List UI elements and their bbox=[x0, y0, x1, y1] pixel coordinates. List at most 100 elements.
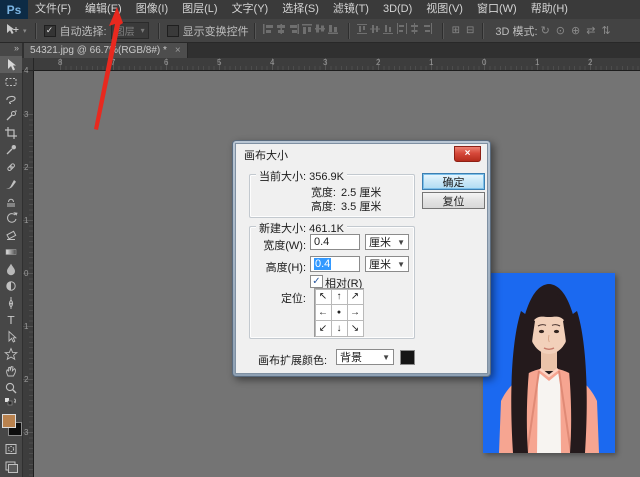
anchor-top-right[interactable]: ↗ bbox=[347, 289, 364, 306]
align-icons[interactable] bbox=[263, 23, 341, 38]
menu-select[interactable]: 选择(S) bbox=[275, 0, 326, 19]
menu-window[interactable]: 窗口(W) bbox=[470, 0, 524, 19]
hruler-label: 1 bbox=[429, 58, 433, 67]
preset-dropdown-arrow-icon[interactable]: ▾ bbox=[23, 27, 27, 35]
type-tool[interactable]: T bbox=[0, 311, 22, 328]
anchor-grid: ↖ ↑ ↗ ← ● → ↙ ↓ ↘ bbox=[314, 288, 364, 337]
anchor-top-left[interactable]: ↖ bbox=[315, 289, 332, 306]
vruler-label: 1 bbox=[24, 322, 28, 331]
anchor-center[interactable]: ● bbox=[331, 304, 348, 321]
3d-scale-icon[interactable]: ⇅ bbox=[601, 24, 610, 37]
anchor-top[interactable]: ↑ bbox=[331, 289, 348, 306]
dialog-close-button[interactable]: × bbox=[454, 146, 481, 162]
new-height-label: 高度(H): bbox=[254, 259, 306, 275]
tab-close-icon[interactable]: × bbox=[175, 45, 181, 56]
hruler-label: 3 bbox=[323, 58, 327, 67]
anchor-left[interactable]: ← bbox=[315, 304, 332, 321]
photoshop-logo: Ps bbox=[0, 0, 28, 19]
menu-edit[interactable]: 编辑(E) bbox=[78, 0, 129, 19]
3d-rotate-icon[interactable]: ↻ bbox=[541, 24, 550, 37]
eyedropper-tool[interactable] bbox=[0, 141, 22, 158]
auto-select-target-dropdown[interactable]: 图层▾ bbox=[111, 22, 149, 39]
separator bbox=[158, 23, 160, 39]
3d-roll-icon[interactable]: ⊙ bbox=[556, 24, 565, 37]
blur-tool[interactable] bbox=[0, 260, 22, 277]
new-height-input[interactable]: 0.4 bbox=[310, 256, 360, 272]
dialog-title: 画布大小 bbox=[244, 147, 288, 163]
tools-collapse-icon[interactable]: » bbox=[0, 42, 22, 56]
eraser-tool[interactable] bbox=[0, 226, 22, 243]
menu-help[interactable]: 帮助(H) bbox=[524, 0, 575, 19]
menu-layer[interactable]: 图层(L) bbox=[175, 0, 224, 19]
dropdown-arrow-icon: ▼ bbox=[397, 238, 405, 247]
relative-checkbox[interactable]: ✓ bbox=[310, 275, 323, 288]
anchor-bottom-left[interactable]: ↙ bbox=[315, 320, 332, 337]
3d-drag-icon[interactable]: ⊕ bbox=[571, 24, 580, 37]
dropdown-arrow-icon: ▾ bbox=[141, 26, 145, 35]
menu-view[interactable]: 视图(V) bbox=[419, 0, 470, 19]
tools-panel: » T bbox=[0, 42, 23, 477]
anchor-bottom[interactable]: ↓ bbox=[331, 320, 348, 337]
mode-3d-label: 3D 模式: bbox=[495, 23, 537, 39]
anchor-right[interactable]: → bbox=[347, 304, 364, 321]
new-width-label: 宽度(W): bbox=[254, 237, 306, 253]
rectangular-marquee-tool[interactable] bbox=[0, 73, 22, 90]
swap-colors-icon[interactable] bbox=[0, 396, 22, 408]
document-canvas-id-photo[interactable] bbox=[483, 273, 615, 453]
menu-type[interactable]: 文字(Y) bbox=[225, 0, 276, 19]
menu-filter[interactable]: 滤镜(T) bbox=[326, 0, 376, 19]
hruler-label: 4 bbox=[270, 58, 274, 67]
extension-color-swatch[interactable] bbox=[400, 350, 415, 365]
zoom-tool[interactable] bbox=[0, 379, 22, 396]
menu-3d[interactable]: 3D(D) bbox=[376, 0, 419, 19]
auto-align-icon[interactable]: ⊞ bbox=[452, 25, 460, 36]
dodge-tool[interactable] bbox=[0, 277, 22, 294]
crop-tool[interactable] bbox=[0, 124, 22, 141]
foreground-color-swatch[interactable] bbox=[2, 414, 16, 428]
new-width-unit-dropdown[interactable]: 厘米▼ bbox=[365, 234, 409, 250]
hand-tool[interactable] bbox=[0, 362, 22, 379]
color-swatches bbox=[0, 410, 22, 440]
brush-tool[interactable] bbox=[0, 175, 22, 192]
pen-tool[interactable] bbox=[0, 294, 22, 311]
gradient-tool[interactable] bbox=[0, 243, 22, 260]
ok-button[interactable]: 确定 bbox=[422, 173, 485, 190]
distribute-icons[interactable] bbox=[357, 23, 435, 38]
separator bbox=[442, 23, 444, 39]
auto-blend-icon[interactable]: ⊟ bbox=[466, 25, 474, 36]
horizontal-ruler[interactable] bbox=[33, 58, 640, 71]
hruler-label: 8 bbox=[58, 58, 62, 67]
lasso-tool[interactable] bbox=[0, 90, 22, 107]
canvas-extension-dropdown[interactable]: 背景▼ bbox=[336, 349, 394, 365]
new-width-input[interactable]: 0.4 bbox=[310, 234, 360, 250]
spot-healing-brush-tool[interactable] bbox=[0, 158, 22, 175]
distribute-bottom-icon bbox=[383, 25, 393, 34]
reset-button[interactable]: 复位 bbox=[422, 192, 485, 209]
align-left-icon bbox=[263, 24, 273, 34]
align-right-icon bbox=[290, 24, 299, 34]
new-height-unit-dropdown[interactable]: 厘米▼ bbox=[365, 256, 409, 272]
align-top-icon bbox=[302, 24, 312, 34]
custom-shape-tool[interactable] bbox=[0, 345, 22, 362]
distribute-center-h-icon bbox=[411, 23, 418, 34]
auto-select-checkbox[interactable]: ✓ bbox=[44, 25, 56, 37]
document-tab[interactable]: 54321.jpg @ 66.7%(RGB/8#) * × bbox=[24, 42, 188, 58]
quick-selection-tool[interactable] bbox=[0, 107, 22, 124]
move-tool[interactable] bbox=[0, 56, 22, 73]
show-transform-checkbox[interactable] bbox=[167, 25, 179, 37]
clone-stamp-tool[interactable] bbox=[0, 192, 22, 209]
menu-file[interactable]: 文件(F) bbox=[28, 0, 78, 19]
distribute-right-icon bbox=[424, 23, 432, 34]
hruler-label: 6 bbox=[164, 58, 168, 67]
anchor-bottom-right[interactable]: ↘ bbox=[347, 320, 364, 337]
photoshop-window: Ps 文件(F) 编辑(E) 图像(I) 图层(L) 文字(Y) 选择(S) 滤… bbox=[0, 0, 640, 477]
menu-image[interactable]: 图像(I) bbox=[129, 0, 175, 19]
vruler-label: 0 bbox=[24, 269, 28, 278]
quick-mask-button[interactable] bbox=[0, 440, 22, 457]
path-selection-tool[interactable] bbox=[0, 328, 22, 345]
history-brush-tool[interactable] bbox=[0, 209, 22, 226]
3d-slide-icon[interactable]: ⇄ bbox=[586, 24, 595, 37]
screen-mode-button[interactable] bbox=[0, 457, 22, 474]
move-tool-preset-icon[interactable] bbox=[4, 23, 20, 39]
document-tab-bar: 54321.jpg @ 66.7%(RGB/8#) * × bbox=[22, 42, 640, 58]
